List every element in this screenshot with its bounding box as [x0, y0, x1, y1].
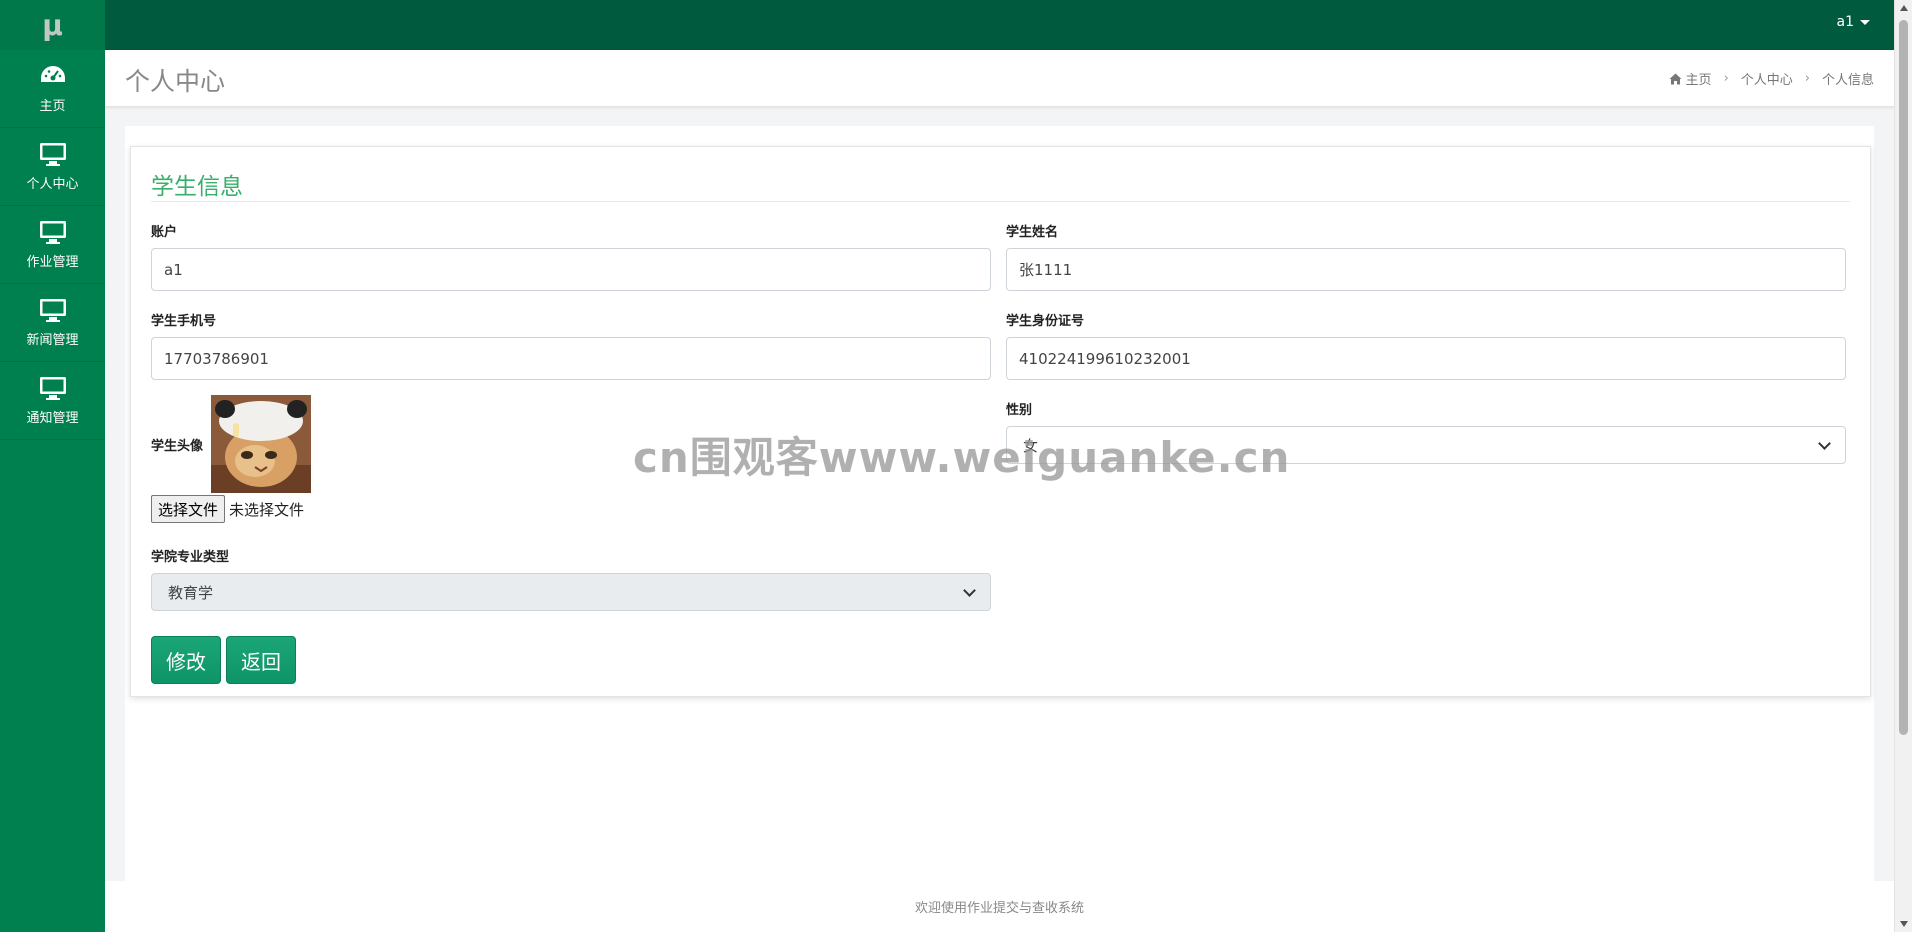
page-title: 个人中心: [125, 67, 226, 96]
file-status: 未选择文件: [229, 500, 305, 519]
sidebar-item-label: 个人中心: [26, 177, 79, 192]
home-icon: [1669, 73, 1682, 85]
sidebar-item-homework[interactable]: 作业管理: [0, 206, 105, 284]
modify-button[interactable]: 修改: [151, 636, 221, 684]
gender-select[interactable]: 女: [1006, 426, 1846, 464]
major-select[interactable]: 教育学: [151, 573, 991, 611]
avatar-image: [211, 395, 311, 493]
account-input[interactable]: a1: [151, 248, 991, 291]
vertical-scrollbar[interactable]: [1894, 0, 1912, 932]
card-title: 学生信息: [151, 174, 243, 200]
user-menu[interactable]: a1: [1836, 14, 1870, 30]
major-label: 学院专业类型: [151, 550, 230, 565]
gender-label: 性别: [1006, 403, 1033, 418]
avatar-label: 学生头像: [151, 439, 204, 454]
scrollbar-thumb[interactable]: [1899, 20, 1908, 735]
monitor-icon: [39, 377, 66, 400]
student-info-card: 学生信息 账户 a1 学生姓名 张1111 学生手机号 17703786901 …: [130, 146, 1871, 697]
choose-file-button[interactable]: 选择文件: [151, 495, 226, 523]
id-card-label: 学生身份证号: [1006, 314, 1085, 329]
sidebar-item-notice[interactable]: 通知管理: [0, 362, 105, 440]
sidebar-item-label: 通知管理: [26, 411, 79, 426]
breadcrumb-personal-center[interactable]: 个人中心: [1741, 69, 1793, 88]
phone-field-group: 学生手机号 17703786901: [151, 310, 991, 380]
form-actions: 修改 返回: [151, 636, 296, 684]
file-picker: 选择文件 未选择文件: [151, 495, 304, 523]
monitor-icon: [39, 143, 66, 166]
brand-logo[interactable]: μ: [0, 0, 105, 50]
name-input[interactable]: 张1111: [1006, 248, 1846, 291]
breadcrumb-current: 个人信息: [1821, 73, 1874, 88]
sidebar: μ 主页 个人中心 作业管理 新闻管理 通知管理: [0, 0, 105, 932]
phone-input[interactable]: 17703786901: [151, 337, 991, 380]
id-card-input[interactable]: 410224199610232001: [1006, 337, 1846, 380]
footer: 欢迎使用作业提交与查收系统: [105, 881, 1894, 932]
id-card-field-group: 学生身份证号 410224199610232001: [1006, 310, 1846, 380]
monitor-icon: [39, 221, 66, 244]
breadcrumb: 主页 › 个人中心 › 个人信息: [1669, 69, 1874, 88]
account-field-group: 账户 a1: [151, 221, 991, 291]
monitor-icon: [39, 299, 66, 322]
chevron-right-icon: ›: [1723, 71, 1729, 86]
chevron-down-icon: [1818, 436, 1831, 450]
scroll-up-arrow-icon[interactable]: [1900, 5, 1908, 11]
scroll-down-arrow-icon[interactable]: [1900, 921, 1908, 927]
sidebar-item-label: 主页: [39, 99, 66, 114]
chevron-down-icon: [963, 583, 976, 597]
card-divider: [151, 201, 1850, 202]
sidebar-item-home[interactable]: 主页: [0, 50, 105, 128]
content-area: 学生信息 账户 a1 学生姓名 张1111 学生手机号 17703786901 …: [125, 126, 1874, 881]
gender-field-group: 性别 女: [1006, 399, 1846, 464]
major-field-group: 学院专业类型 教育学: [151, 546, 991, 611]
name-field-group: 学生姓名 张1111: [1006, 221, 1846, 291]
account-label: 账户: [151, 225, 178, 240]
dashboard-icon: [40, 66, 65, 82]
top-navbar: a1: [0, 0, 1894, 50]
back-button[interactable]: 返回: [226, 636, 296, 684]
sidebar-item-label: 作业管理: [26, 255, 79, 270]
sidebar-item-label: 新闻管理: [26, 333, 79, 348]
page-header: 个人中心 主页 › 个人中心 › 个人信息: [105, 50, 1894, 107]
breadcrumb-home[interactable]: 主页: [1669, 69, 1712, 88]
gender-selected-value: 女: [1023, 436, 1039, 455]
sidebar-item-news[interactable]: 新闻管理: [0, 284, 105, 362]
user-name: a1: [1836, 14, 1855, 30]
major-selected-value: 教育学: [168, 583, 214, 602]
caret-down-icon: [1860, 19, 1870, 25]
phone-label: 学生手机号: [151, 314, 217, 329]
name-label: 学生姓名: [1006, 225, 1059, 240]
sidebar-item-personal-center[interactable]: 个人中心: [0, 128, 105, 206]
chevron-right-icon: ›: [1804, 71, 1810, 86]
